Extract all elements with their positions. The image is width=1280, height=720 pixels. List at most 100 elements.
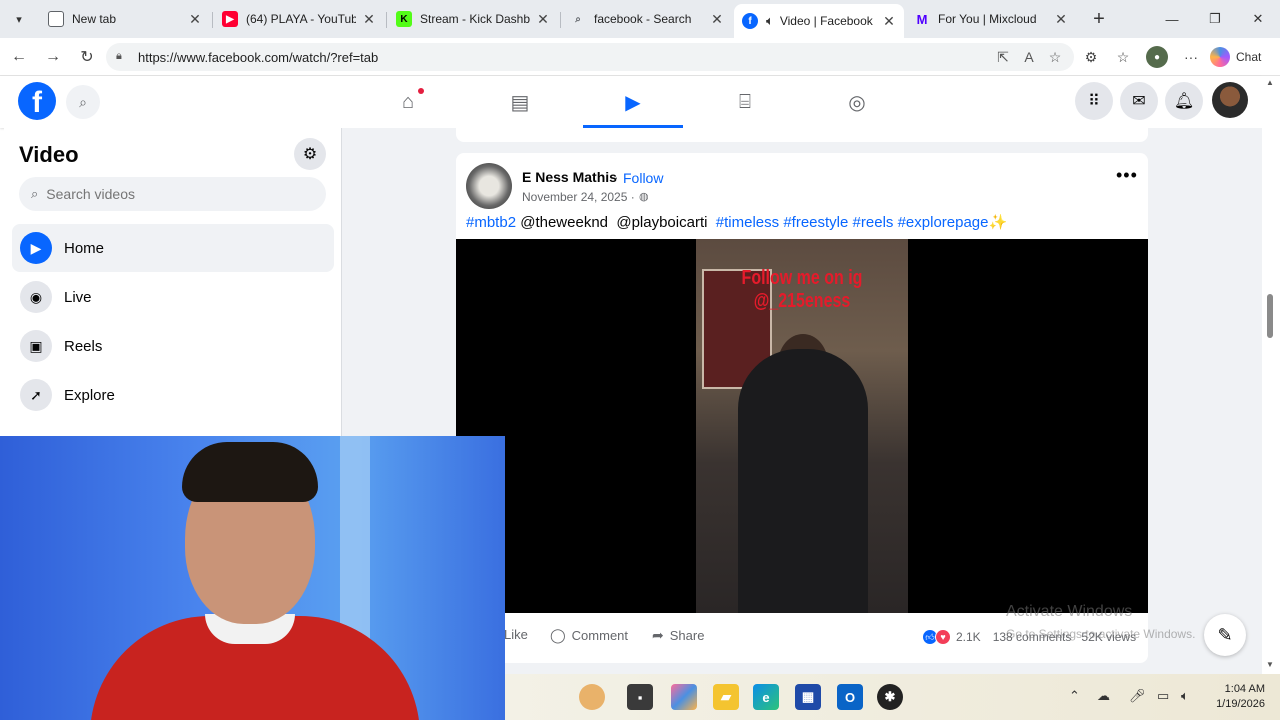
browser-tab-kick[interactable]: K Stream - Kick Dashboard ✕ (388, 4, 558, 34)
favorites-icon[interactable]: ☆ (1112, 46, 1134, 68)
search-icon[interactable]: ⌕ (66, 85, 100, 119)
sidebar-item-label: Explore (64, 386, 115, 404)
close-tab-icon[interactable]: ✕ (882, 13, 896, 30)
compose-message-icon[interactable]: ✎ (1204, 614, 1246, 656)
marketplace-tab[interactable]: ⌸ (695, 76, 795, 128)
bagel-app-icon[interactable] (579, 684, 605, 710)
read-aloud-icon[interactable]: A (1018, 46, 1040, 68)
feeds-tab[interactable]: ▤ (470, 76, 570, 128)
video-tab[interactable]: ▶ (583, 76, 683, 128)
facebook-top-nav: f ⌕ ⌂ ▤ ▶ ⌸ ◎ ⠿ ✉ 🔔︎ (0, 76, 1262, 128)
post-date[interactable]: November 24, 2025 · (522, 190, 635, 204)
forward-icon[interactable]: → (42, 46, 64, 68)
scroll-thumb[interactable] (1267, 294, 1273, 338)
messenger-icon[interactable]: ✉ (1120, 82, 1158, 120)
search-videos-input[interactable] (46, 186, 297, 202)
comment-button[interactable]: ◯ Comment (550, 627, 628, 644)
onedrive-icon[interactable]: ☁ (1097, 688, 1110, 704)
tray-overflow-icon[interactable]: ⌃ (1069, 688, 1080, 704)
sidebar-item-live[interactable]: ◉ Live (12, 273, 334, 321)
author-avatar[interactable] (466, 163, 512, 209)
search-videos-field[interactable]: ⌕ (19, 177, 326, 211)
copilot-app-icon[interactable] (671, 684, 697, 710)
new-tab-icon[interactable]: + (1088, 8, 1110, 30)
tab-title: For You | Mixcloud (938, 12, 1037, 26)
page-scrollbar[interactable]: ▲ ▼ (1262, 76, 1280, 674)
facebook-logo-icon[interactable]: f (18, 82, 56, 120)
sidebar-item-home[interactable]: ▶ Home (12, 224, 334, 272)
mention-link[interactable]: @theweeknd (520, 214, 608, 231)
address-bar[interactable]: 🔒︎ https://www.facebook.com/watch/?ref=t… (106, 43, 1074, 71)
notifications-bell-icon[interactable]: 🔔︎ (1165, 82, 1203, 120)
browser-tab-youtube[interactable]: ▶ (64) PLAYA - YouTube ✕ (214, 4, 384, 34)
outlook-icon[interactable]: O (837, 684, 863, 710)
browser-tab-facebook-search[interactable]: ⌕ facebook - Search ✕ (562, 4, 732, 34)
close-tab-icon[interactable]: ✕ (710, 11, 724, 28)
notification-dot (418, 88, 424, 94)
tab-actions-menu-icon[interactable]: ▾ (8, 8, 30, 30)
share-label: Share (669, 628, 705, 643)
menu-grid-icon[interactable]: ⠿ (1075, 82, 1113, 120)
copilot-chat-button[interactable]: Chat (1210, 45, 1261, 69)
hashtag-link[interactable]: #freestyle (783, 214, 848, 231)
system-clock[interactable]: 1:04 AM 1/19/2026 (1205, 682, 1265, 712)
browser-tab-video-facebook[interactable]: f 🔈︎ Video | Facebook ✕ (734, 4, 904, 38)
back-icon[interactable]: ← (8, 46, 30, 68)
browser-tab-new-tab[interactable]: New tab ✕ (40, 4, 210, 34)
capcut-app-icon[interactable]: ✱ (877, 684, 903, 710)
rocket-icon: ➚ (20, 379, 52, 411)
hashtag-link[interactable]: #reels (853, 214, 894, 231)
extensions-icon[interactable]: ⚙ (1080, 46, 1102, 68)
window-close-icon[interactable]: ✕ (1247, 8, 1269, 30)
browser-tab-mixcloud[interactable]: M For You | Mixcloud ✕ (906, 4, 1076, 34)
site-info-icon[interactable]: 🔒︎ (116, 50, 130, 64)
share-button[interactable]: ➦ Share (652, 627, 704, 644)
url-text: https://www.facebook.com/watch/?ref=tab (138, 49, 379, 65)
close-tab-icon[interactable]: ✕ (536, 11, 550, 28)
open-in-app-icon[interactable]: ⇱ (992, 46, 1014, 68)
sidebar-item-explore[interactable]: ➚ Explore (12, 371, 334, 419)
share-icon: ➦ (652, 627, 664, 643)
hashtag-link[interactable]: #mbtb2 (466, 214, 516, 231)
video-overlay-text: Follow me on ig @_215eness (741, 267, 863, 312)
groups-tab[interactable]: ◎ (807, 76, 907, 128)
edge-browser-icon[interactable]: e (753, 684, 779, 710)
hashtag-link[interactable]: #explorepage (898, 214, 989, 231)
more-options-icon[interactable]: ··· (1180, 46, 1202, 68)
home-tab[interactable]: ⌂ (358, 76, 458, 128)
like-button[interactable]: Like (504, 627, 528, 642)
file-explorer-icon[interactable]: ▰ (713, 684, 739, 710)
sparkle-emoji: ✨ (988, 214, 1008, 231)
favorite-star-icon[interactable]: ☆ (1044, 46, 1066, 68)
browser-tab-strip: ▾ New tab ✕ ▶ (64) PLAYA - YouTube ✕ K S… (0, 0, 1280, 38)
hashtag-link[interactable]: #timeless (716, 214, 779, 231)
close-tab-icon[interactable]: ✕ (188, 11, 202, 28)
tab-title: (64) PLAYA - YouTube (246, 12, 356, 26)
follow-button[interactable]: Follow (623, 170, 663, 186)
store-app-icon[interactable]: ▦ (795, 684, 821, 710)
refresh-icon[interactable]: ↻ (76, 46, 98, 68)
tab-divider (386, 12, 387, 28)
reels-icon: ▣ (20, 330, 52, 362)
network-icon[interactable]: ▭ (1157, 688, 1169, 704)
more-options-icon[interactable]: ••• (1116, 165, 1138, 186)
profile-avatar-icon[interactable]: ● (1146, 46, 1168, 68)
scroll-down-icon[interactable]: ▼ (1266, 660, 1274, 669)
sidebar-item-reels[interactable]: ▣ Reels (12, 322, 334, 370)
video-player[interactable]: Follow me on ig @_215eness (456, 239, 1148, 613)
scroll-up-icon[interactable]: ▲ (1266, 78, 1274, 87)
volume-icon[interactable]: 🔈︎ (1181, 688, 1189, 704)
globe-icon: ◍ (639, 191, 649, 203)
post-author-name[interactable]: E Ness Mathis (522, 169, 617, 185)
clock-date: 1/19/2026 (1216, 698, 1265, 710)
close-tab-icon[interactable]: ✕ (1054, 11, 1068, 28)
file-app-icon[interactable]: ▪ (627, 684, 653, 710)
microphone-icon[interactable]: 🎤︎ (1129, 688, 1146, 704)
mention-link[interactable]: @playboicarti (616, 214, 707, 231)
account-avatar[interactable] (1212, 82, 1248, 118)
restore-icon[interactable]: ❐ (1204, 8, 1226, 30)
minimize-icon[interactable]: — (1161, 8, 1183, 30)
close-tab-icon[interactable]: ✕ (362, 11, 376, 28)
settings-gear-icon[interactable]: ⚙ (294, 138, 326, 170)
speaker-icon[interactable]: 🔈︎ (766, 13, 774, 29)
